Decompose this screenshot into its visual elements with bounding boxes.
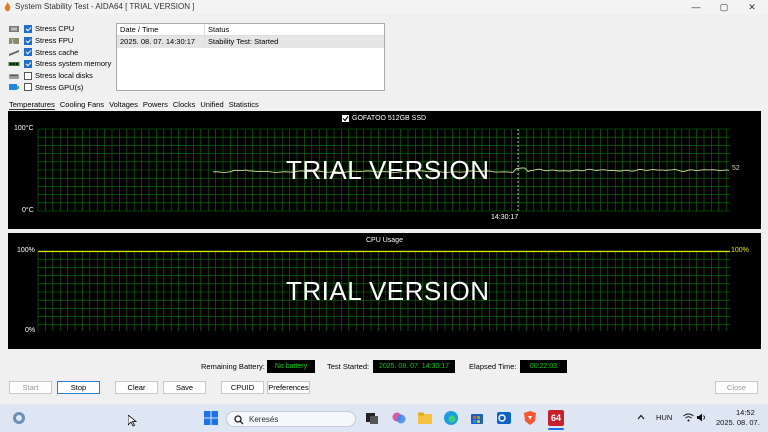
log-header-status[interactable]: Status: [205, 24, 361, 35]
trial-watermark: TRIAL VERSION: [286, 276, 490, 306]
save-button[interactable]: Save: [163, 381, 206, 394]
temp-y-min-label: 0°C: [22, 207, 34, 214]
test-started-value: 2025. 08. 07. 14:30:17: [373, 360, 455, 373]
taskbar-search[interactable]: Keresés: [226, 411, 356, 427]
cpu-y-min-label: 0%: [25, 327, 36, 334]
gpu-icon: [9, 84, 19, 91]
stress-option-label: Stress local disks: [35, 71, 93, 81]
stress-fpu-checkbox[interactable]: [24, 36, 32, 45]
wifi-icon[interactable]: [683, 413, 694, 422]
stress-cache-checkbox[interactable]: [24, 48, 32, 57]
window-title: System Stability Test - AIDA64 [ TRIAL V…: [15, 2, 195, 11]
windows-start-icon[interactable]: [203, 410, 219, 426]
title-bar: System Stability Test - AIDA64 [ TRIAL V…: [0, 0, 768, 14]
taskbar: Keresés 64 HUN 14:52 2025. 08. 07.: [0, 404, 768, 432]
close-button[interactable]: Close: [715, 381, 758, 394]
temp-time-marker-label: 14:30:17: [491, 214, 519, 221]
tab-powers[interactable]: Powers: [143, 100, 168, 110]
preferences-button[interactable]: Preferences: [267, 381, 310, 394]
start-button[interactable]: Start: [9, 381, 52, 394]
stress-options-list: Stress CPU ∑ Stress FPU Stress cache Str…: [8, 23, 111, 93]
memory-icon: [8, 61, 20, 66]
stress-option-cache[interactable]: Stress cache: [8, 46, 111, 58]
active-app-indicator: [548, 428, 564, 430]
stress-option-disks[interactable]: Stress local disks: [8, 70, 111, 82]
copilot-icon[interactable]: [391, 410, 407, 426]
elapsed-time-value: 00:22:03: [520, 360, 567, 373]
log-row[interactable]: 2025. 08. 07. 14:30:17 Stability Test: S…: [117, 36, 384, 48]
test-started-label: Test Started:: [327, 362, 370, 371]
log-header-datetime[interactable]: Date / Time: [117, 24, 205, 35]
fpu-icon: ∑: [9, 37, 19, 45]
stress-disks-checkbox[interactable]: [24, 71, 32, 80]
log-cell-status: Stability Test: Started: [208, 37, 279, 46]
stress-option-fpu[interactable]: ∑ Stress FPU: [8, 35, 111, 47]
close-window-button[interactable]: ✕: [740, 0, 764, 14]
tab-unified[interactable]: Unified: [200, 100, 223, 110]
trial-watermark: TRIAL VERSION: [286, 155, 490, 185]
cpu-graph-title: CPU Usage: [366, 237, 403, 244]
battery-label: Remaining Battery:: [201, 362, 265, 371]
stress-option-label: Stress CPU: [35, 24, 75, 34]
stress-option-gpu[interactable]: Stress GPU(s): [8, 81, 111, 93]
task-view-icon[interactable]: [364, 410, 380, 426]
clear-button[interactable]: Clear: [115, 381, 158, 394]
stress-option-label: Stress cache: [35, 47, 79, 57]
stop-button[interactable]: Stop: [57, 381, 100, 394]
volume-icon[interactable]: [696, 413, 707, 422]
microsoft-store-icon[interactable]: [469, 410, 485, 426]
chevron-up-icon[interactable]: [637, 414, 645, 420]
stress-gpu-checkbox[interactable]: [24, 83, 32, 92]
cpu-usage-graph: CPU Usage 100% 0% 100% TRIAL VERSION: [8, 233, 761, 349]
aida64-flame-icon: [4, 2, 11, 12]
edge-browser-icon[interactable]: [443, 410, 459, 426]
temperature-legend: GOFATOO 512GB SSD: [342, 115, 426, 122]
temp-current-value: 52: [732, 165, 740, 172]
cpu-icon: [9, 25, 19, 32]
temperature-graph: GOFATOO 512GB SSD 100°C 0°C 14:30:17 52 …: [8, 111, 761, 229]
graph-tabs: Temperatures Cooling Fans Voltages Power…: [9, 100, 264, 110]
stress-option-label: Stress system memory: [35, 59, 112, 69]
status-log-list[interactable]: Date / Time Status 2025. 08. 07. 14:30:1…: [116, 23, 385, 91]
log-cell-datetime: 2025. 08. 07. 14:30:17: [117, 36, 205, 48]
tab-statistics[interactable]: Statistics: [229, 100, 259, 110]
cpu-current-value: 100%: [731, 247, 749, 254]
log-header-row: Date / Time Status: [117, 24, 384, 36]
mouse-cursor-icon: [128, 415, 137, 427]
battery-value: No battery: [267, 360, 315, 373]
search-icon: [234, 415, 244, 425]
clock-time[interactable]: 14:52: [736, 408, 755, 417]
tab-cooling-fans[interactable]: Cooling Fans: [60, 100, 104, 110]
stress-memory-checkbox[interactable]: [24, 59, 32, 68]
search-placeholder: Keresés: [249, 415, 279, 424]
outlook-icon[interactable]: [496, 410, 512, 426]
elapsed-time-label: Elapsed Time:: [469, 362, 517, 371]
tab-temperatures[interactable]: Temperatures: [9, 100, 55, 110]
cpu-y-max-label: 100%: [17, 247, 35, 254]
cache-icon: [9, 50, 19, 57]
stress-cpu-checkbox[interactable]: [24, 24, 32, 33]
stress-option-label: Stress FPU: [35, 36, 74, 46]
aida64-taskbar-icon[interactable]: 64: [548, 410, 564, 426]
file-explorer-icon[interactable]: [417, 410, 433, 426]
disk-icon: [9, 73, 19, 79]
clock-date[interactable]: 2025. 08. 07.: [716, 418, 760, 427]
temp-y-max-label: 100°C: [14, 125, 34, 132]
brave-browser-icon[interactable]: [522, 410, 538, 426]
tab-voltages[interactable]: Voltages: [109, 100, 138, 110]
legend-checkbox[interactable]: [342, 115, 349, 122]
cpuid-button[interactable]: CPUID: [221, 381, 264, 394]
tab-clocks[interactable]: Clocks: [173, 100, 196, 110]
stress-option-label: Stress GPU(s): [35, 82, 84, 92]
legend-label: GOFATOO 512GB SSD: [352, 115, 427, 122]
maximize-button[interactable]: ▢: [712, 0, 736, 14]
svg-text:∑: ∑: [11, 39, 15, 45]
stress-option-memory[interactable]: Stress system memory: [8, 58, 111, 70]
minimize-button[interactable]: —: [684, 0, 708, 14]
weather-widget-icon[interactable]: [12, 411, 26, 425]
stress-option-cpu[interactable]: Stress CPU: [8, 23, 111, 35]
input-language[interactable]: HUN: [656, 413, 672, 422]
